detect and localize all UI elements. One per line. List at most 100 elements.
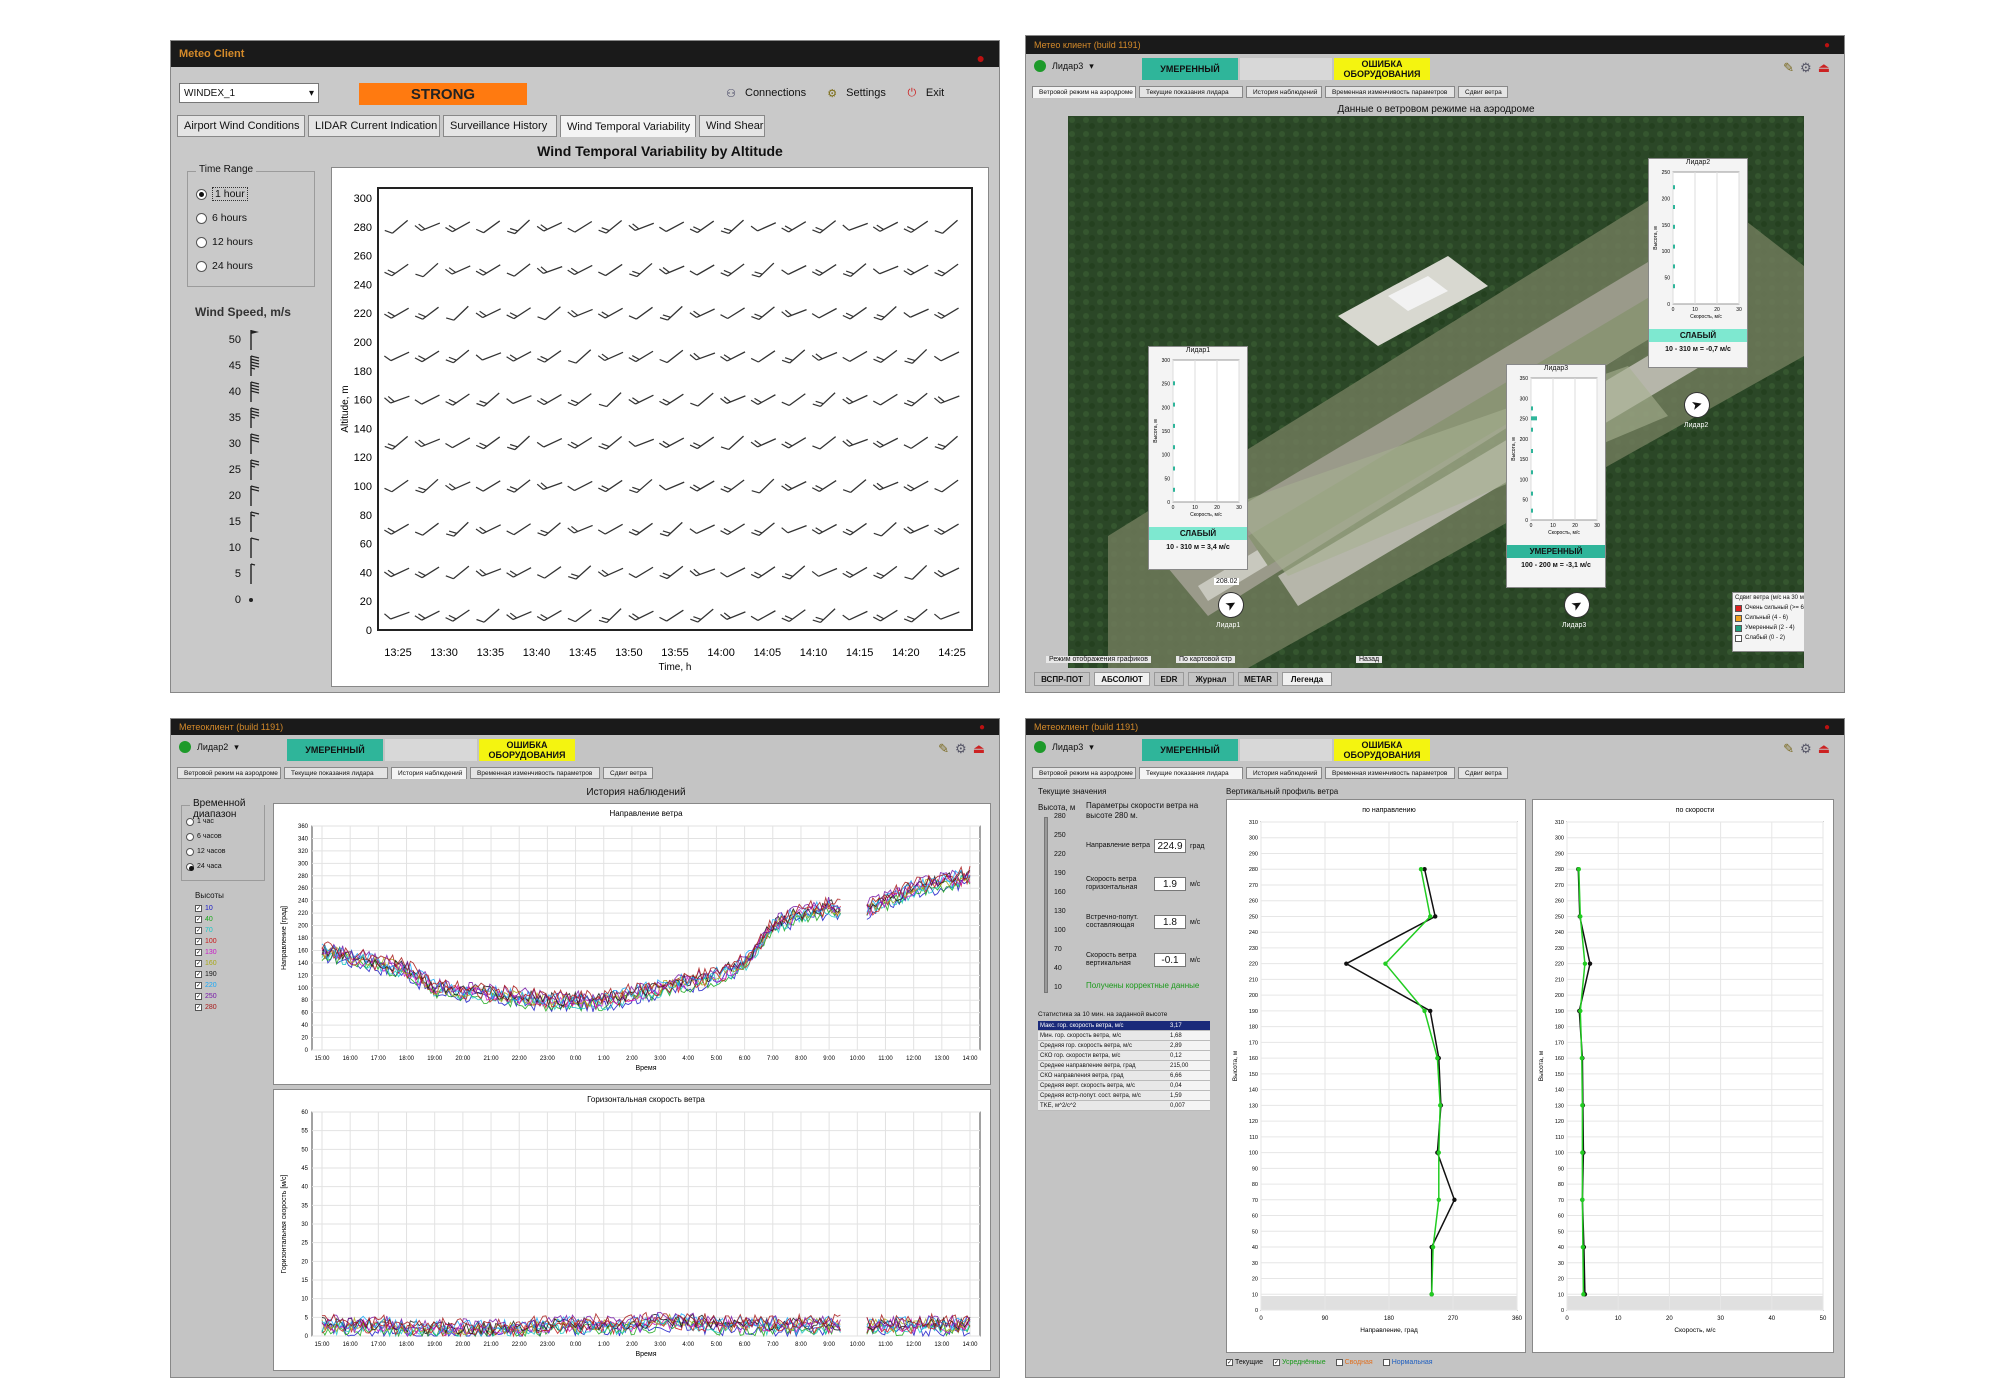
- profile-check-0[interactable]: ✓ Текущие: [1226, 1359, 1263, 1366]
- param-value: 1.8: [1154, 915, 1186, 929]
- tab-3[interactable]: Wind Temporal Variability: [560, 115, 696, 137]
- lidar-selector[interactable]: Лидар3 ▾: [1034, 741, 1094, 753]
- meteo-client-window: Meteo Client ● WINDEX_1 ▾ STRONG ⚇ Conne…: [170, 40, 1000, 693]
- close-icon[interactable]: ●: [977, 45, 985, 71]
- height-item[interactable]: ✓ 250: [195, 991, 217, 1002]
- range-option-0[interactable]: 1 час: [186, 814, 225, 829]
- speed-profile-chart: по скорости01020304050607080901001101201…: [1538, 807, 1827, 1334]
- tab-0[interactable]: Ветровой режим на аэродроме: [1032, 86, 1136, 98]
- profile-point: [1428, 914, 1433, 919]
- bottom-link-2[interactable]: Назад: [1356, 656, 1383, 663]
- checkbox-icon: ✓: [195, 1004, 202, 1011]
- height-label: 190: [205, 971, 217, 978]
- window-title: Метеоклиент (build 1191): [1034, 722, 1139, 732]
- settings-icon[interactable]: ⚙: [1800, 60, 1812, 76]
- settings-button[interactable]: Settings: [846, 87, 886, 99]
- tab-0[interactable]: Ветровой режим на аэродроме: [1032, 767, 1136, 779]
- height-item[interactable]: ✓ 100: [195, 936, 217, 947]
- tab-2[interactable]: История наблюдений: [1246, 767, 1322, 779]
- tab-0[interactable]: Airport Wind Conditions: [177, 115, 305, 137]
- tab-2[interactable]: История наблюдений: [391, 767, 467, 779]
- tab-4[interactable]: Сдвиг ветра: [603, 767, 653, 779]
- time-range-option-2[interactable]: 12 hours: [196, 230, 253, 254]
- height-item[interactable]: ✓ 160: [195, 958, 217, 969]
- y-tick-label: 270: [1555, 883, 1564, 889]
- tab-1[interactable]: Текущие показания лидара: [284, 767, 388, 779]
- exit-icon[interactable]: ⏏: [1818, 741, 1830, 757]
- exit-icon[interactable]: ⏏: [1818, 60, 1830, 76]
- lidar-selector[interactable]: Лидар3 ▾: [1034, 60, 1094, 72]
- range-option-2[interactable]: 12 часов: [186, 844, 225, 859]
- x-label: Скорость, м/с: [1690, 314, 1722, 320]
- height-item[interactable]: ✓ 190: [195, 969, 217, 980]
- height-item[interactable]: ✓ 70: [195, 925, 217, 936]
- y-tick: 50: [1164, 476, 1170, 482]
- tab-1[interactable]: Текущие показания лидара: [1139, 767, 1243, 779]
- bottom-tab-3[interactable]: Журнал: [1188, 672, 1234, 686]
- legend-row: 30: [211, 431, 271, 457]
- bottom-link-0[interactable]: Режим отображения графиков: [1046, 656, 1151, 663]
- y-tick-label: 180: [298, 936, 309, 942]
- bottom-tab-0[interactable]: ВСПР-ПОТ: [1034, 672, 1090, 686]
- bottom-tab-2[interactable]: EDR: [1154, 672, 1184, 686]
- height-item[interactable]: ✓ 220: [195, 980, 217, 991]
- tab-2[interactable]: Surveillance History: [443, 115, 557, 137]
- height-item[interactable]: ✓ 130: [195, 947, 217, 958]
- stats-value: 3,17: [1170, 1021, 1210, 1030]
- settings-icon[interactable]: ⚙: [1800, 741, 1812, 757]
- mini-plot: [1530, 377, 1598, 521]
- time-range-option-1[interactable]: 6 hours: [196, 206, 253, 230]
- bottom-tab-1[interactable]: АБСОЛЮТ: [1094, 672, 1150, 686]
- wind-barb-icon: [250, 381, 260, 402]
- range-option-1[interactable]: 6 часов: [186, 829, 225, 844]
- tab-1[interactable]: LIDAR Current Indication: [308, 115, 440, 137]
- bottom-tab-4[interactable]: METAR: [1238, 672, 1278, 686]
- status-blank: [385, 739, 477, 761]
- exit-button[interactable]: Exit: [926, 87, 944, 99]
- tab-2[interactable]: История наблюдений: [1246, 86, 1322, 98]
- height-item[interactable]: ✓ 40: [195, 914, 217, 925]
- tab-4[interactable]: Сдвиг ветра: [1458, 767, 1508, 779]
- tab-0[interactable]: Ветровой режим на аэродроме: [177, 767, 281, 779]
- height-item[interactable]: ✓ 10: [195, 903, 217, 914]
- close-icon[interactable]: ●: [1824, 37, 1830, 55]
- tools-icon[interactable]: ✎: [1783, 741, 1794, 757]
- connections-button[interactable]: Connections: [745, 87, 806, 99]
- profile-check-1[interactable]: ✓ Усреднённые: [1272, 1359, 1326, 1366]
- tab-4[interactable]: Wind Shear: [699, 115, 765, 137]
- close-icon[interactable]: ●: [979, 720, 985, 736]
- height-slider[interactable]: [1044, 817, 1048, 993]
- exit-icon[interactable]: ⏏: [973, 741, 985, 757]
- height-item[interactable]: ✓ 280: [195, 1002, 217, 1013]
- close-icon[interactable]: ●: [1824, 720, 1830, 736]
- settings-icon[interactable]: ⚙: [955, 741, 967, 757]
- profile-check-3[interactable]: Нормальная: [1382, 1359, 1433, 1366]
- range-option-3[interactable]: 24 часа: [186, 859, 225, 874]
- legend-value: 10: [228, 542, 241, 554]
- x-tick-label: 13:35: [477, 647, 505, 659]
- bottom-link-1[interactable]: По картовой стр: [1176, 656, 1235, 663]
- bottom-tab-5[interactable]: Легенда: [1282, 672, 1332, 686]
- y-tick-label: 60: [1558, 1214, 1564, 1220]
- tools-icon[interactable]: ✎: [1783, 60, 1794, 76]
- time-range-option-3[interactable]: 24 hours: [196, 254, 253, 278]
- tools-icon[interactable]: ✎: [938, 741, 949, 757]
- tab-4[interactable]: Сдвиг ветра: [1458, 86, 1508, 98]
- height-label: 40: [205, 916, 213, 923]
- param-label: Скорость ветра вертикальная: [1086, 952, 1137, 967]
- tab-3[interactable]: Временная изменчивость параметров: [1325, 86, 1455, 98]
- y-tick-label: 280: [1555, 867, 1564, 873]
- tab-3[interactable]: Временная изменчивость параметров: [470, 767, 600, 779]
- y-tick-label: 60: [1252, 1214, 1258, 1220]
- tab-3[interactable]: Временная изменчивость параметров: [1325, 767, 1455, 779]
- profile-bar: [1673, 185, 1675, 190]
- station-dropdown[interactable]: WINDEX_1 ▾: [179, 83, 319, 103]
- slider-tick: 70: [1054, 946, 1062, 953]
- time-range-option-0[interactable]: 1 hour: [196, 182, 253, 206]
- profile-check-2[interactable]: Сводная: [1335, 1359, 1373, 1366]
- tab-1[interactable]: Текущие показания лидара: [1139, 86, 1243, 98]
- lidar-selector[interactable]: Лидар2 ▾: [179, 741, 239, 753]
- direction-chart-frame: Направление ветра 0 20 40 60 80 100 120 140 160 18…: [273, 803, 991, 1085]
- legend-row: 0: [211, 587, 271, 613]
- x-tick-label: 16:00: [343, 1342, 359, 1348]
